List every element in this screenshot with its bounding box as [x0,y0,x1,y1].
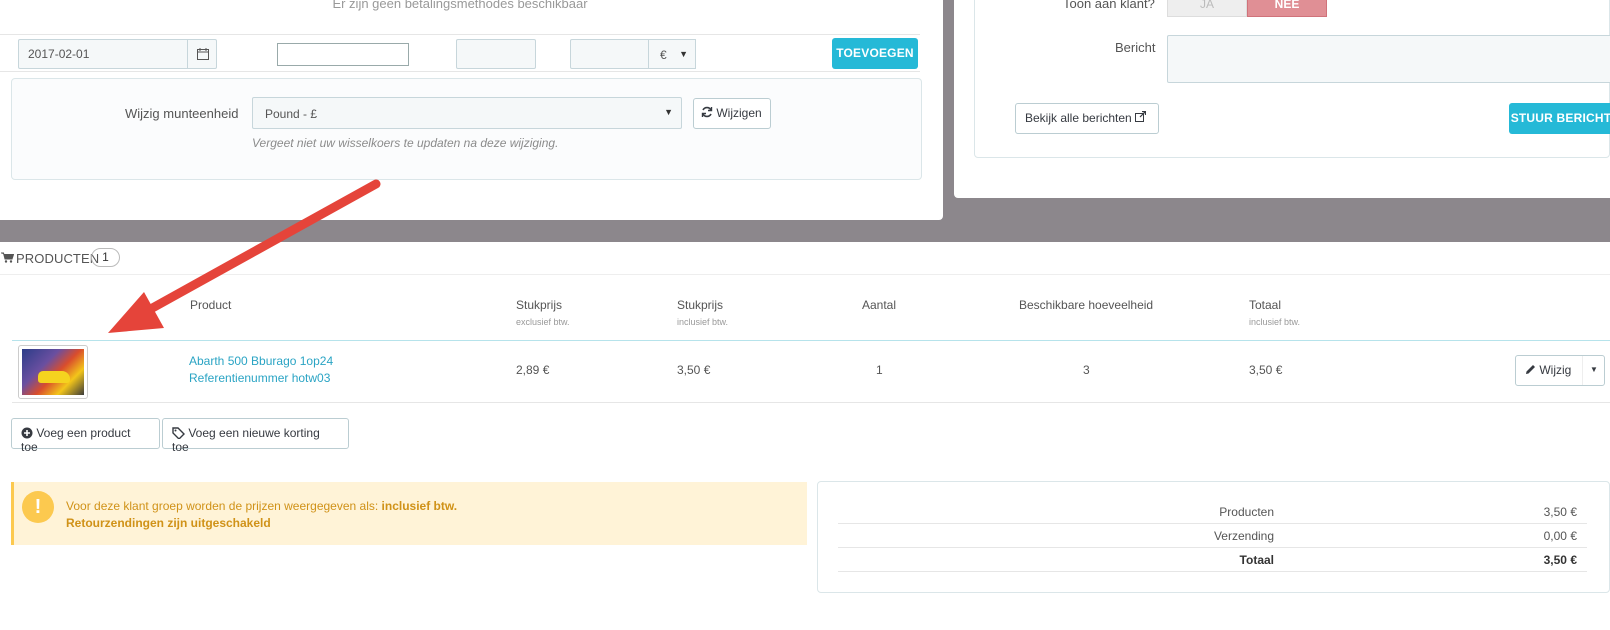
totals-row-products: Producten 3,50 € [838,500,1587,524]
products-header: PRODUCTEN 1 [0,242,1610,275]
warning-icon: ! [22,491,54,523]
add-payment-button[interactable]: TOEVOEGEN [832,38,918,69]
totals-row-shipping: Verzending 0,00 € [838,524,1587,548]
payment-currency-select[interactable]: € ▼ [648,39,696,69]
edit-product-label: Wijzig [1539,363,1572,377]
pencil-icon [1526,365,1535,374]
row-total: 3,50 € [1249,363,1283,377]
col-unit-price-in: Stukprijs inclusief btw. [677,298,729,327]
alert-text: Voor deze klant groep worden de prijzen … [66,499,458,530]
col-product: Product [190,298,232,312]
payment-amount-input[interactable] [570,39,650,69]
product-reference-link[interactable]: Referentienummer hotw03 [189,371,330,385]
tags-icon [172,427,185,440]
view-all-messages-label: Bekijk alle berichten [1025,111,1132,125]
send-message-button[interactable]: STUUR BERICHT [1509,103,1610,134]
cart-icon [1,252,14,263]
currency-hint: Vergeet niet uw wisselkoers te updaten n… [252,136,559,150]
table-divider [12,402,1610,403]
totals-row-total: Totaal 3,50 € [838,548,1587,572]
caret-down-icon: ▼ [679,49,688,59]
toggle-yes[interactable]: JA [1167,0,1247,17]
calendar-button[interactable] [187,39,217,69]
add-product-button[interactable]: Voeg een product toe [11,418,160,454]
currency-select[interactable]: Pound - £ ▼ [252,97,682,129]
caret-down-icon: ▼ [664,107,673,117]
col-available: Beschikbare hoeveelheid [1019,298,1154,312]
edit-product-button[interactable]: Wijzig ▼ [1515,355,1605,386]
change-currency-button[interactable]: Wijzigen [693,98,771,129]
currency-symbol: € [660,48,667,62]
quantity: 1 [876,363,883,377]
message-form: Toon aan klant? JA NEE Bericht Bekijk al… [974,0,1610,158]
show-to-customer-label: Toon aan klant? [1063,0,1155,11]
currency-selected-value: Pound - £ [265,107,318,121]
messages-panel: Toon aan klant? JA NEE Bericht Bekijk al… [954,0,1610,198]
currency-change-box: Wijzig munteenheid Pound - £ ▼ Wijzigen … [11,78,922,180]
edit-dropdown-toggle[interactable]: ▼ [1582,356,1604,385]
message-textarea[interactable] [1167,35,1610,83]
payment-add-row: 2017-02-01 € ▼ TOEVOEGEN [0,34,920,72]
currency-label: Wijzig munteenheid [125,106,239,121]
add-discount-button[interactable]: Voeg een nieuwe korting toe [162,418,349,454]
col-unit-price-ex: Stukprijs exclusief btw. [516,298,570,327]
calendar-icon [197,48,209,60]
caret-down-icon: ▼ [1590,365,1598,374]
table-divider [12,340,1610,341]
product-thumbnail[interactable] [18,345,88,399]
unit-price-ex: 2,89 € [516,363,550,377]
add-discount-label: Voeg een nieuwe korting toe [172,426,320,454]
no-payment-methods-text: Er zijn geen betalingsmethodes beschikba… [332,0,588,11]
payment-panel: Er zijn geen betalingsmethodes beschikba… [0,0,943,220]
price-display-alert: ! Voor deze klant groep worden de prijze… [11,482,807,545]
payment-method-input[interactable] [277,43,409,66]
external-link-icon [1135,110,1147,122]
products-count-badge: 1 [91,248,120,267]
view-all-messages-button[interactable]: Bekijk alle berichten [1015,103,1159,134]
plus-circle-icon [21,427,33,439]
product-name-link[interactable]: Abarth 500 Bburago 1op24 [189,354,333,368]
available-quantity: 3 [1083,363,1090,377]
transaction-id-input[interactable] [456,39,536,69]
show-to-customer-toggle[interactable]: JA NEE [1167,0,1327,17]
products-panel: PRODUCTEN 1 Product Stukprijs exclusief b… [0,242,1610,630]
unit-price-in: 3,50 € [677,363,711,377]
add-product-label: Voeg een product toe [21,426,131,454]
col-total: Totaal inclusief btw. [1249,298,1301,327]
col-quantity: Aantal [862,298,897,312]
product-image [22,349,84,395]
toggle-no[interactable]: NEE [1247,0,1327,17]
message-label: Bericht [1115,40,1156,55]
payment-date-input[interactable]: 2017-02-01 [18,39,188,69]
change-currency-label: Wijzigen [716,106,762,120]
order-totals: Producten 3,50 € Verzending 0,00 € Totaal 3… [817,481,1610,593]
products-title: PRODUCTEN [16,251,100,266]
refresh-icon [701,106,713,118]
